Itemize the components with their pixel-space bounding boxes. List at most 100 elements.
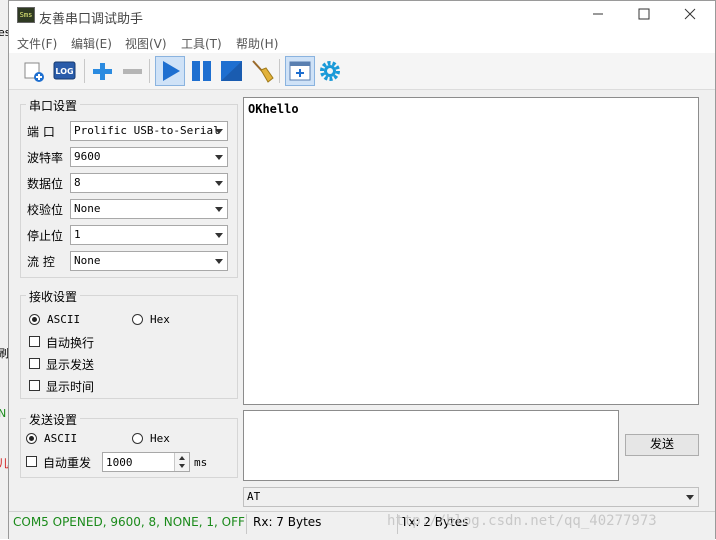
send-button[interactable]: 发送 <box>625 434 699 456</box>
close-icon <box>684 8 696 20</box>
parity-value: None <box>74 202 101 215</box>
new-window-button[interactable] <box>21 58 47 84</box>
flow-label: 流 控 <box>27 255 55 269</box>
baud-value: 9600 <box>74 150 101 163</box>
resend-interval-stepper[interactable]: 1000 <box>102 452 190 472</box>
menu-help[interactable]: 帮助(H) <box>236 35 278 52</box>
data-bits-value: 8 <box>74 176 81 189</box>
data-bits-label: 数据位 <box>27 177 64 191</box>
show-time-checkbox[interactable] <box>29 380 40 391</box>
receive-text: OKhello <box>248 102 299 116</box>
send-input-area[interactable] <box>243 410 619 481</box>
close-button[interactable] <box>667 1 713 31</box>
add-icon <box>93 63 112 80</box>
parity-label: 校验位 <box>27 203 64 217</box>
baud-select[interactable]: 9600 <box>70 147 228 167</box>
remove-icon <box>123 69 142 74</box>
show-send-checkbox[interactable] <box>29 358 40 369</box>
auto-resend-checkbox[interactable] <box>26 456 37 467</box>
broom-icon <box>252 60 274 83</box>
receive-settings-title: 接收设置 <box>26 288 81 305</box>
send-hex-label: Hex <box>150 432 170 445</box>
resend-interval-unit: ms <box>194 456 208 469</box>
receive-ascii-radio[interactable] <box>29 314 40 325</box>
pause-button[interactable] <box>189 58 215 84</box>
flow-select[interactable]: None <box>70 251 228 271</box>
stepper-arrows-icon <box>179 456 185 468</box>
stop-icon <box>221 61 242 81</box>
settings-button[interactable] <box>317 58 343 84</box>
log-icon-label: LOG <box>55 67 73 76</box>
flow-value: None <box>74 254 101 267</box>
chevron-down-icon <box>215 233 223 238</box>
chevron-down-icon <box>686 495 694 500</box>
stop-bits-label: 停止位 <box>27 229 64 243</box>
log-icon: LOG <box>53 61 76 80</box>
stepper-buttons[interactable] <box>174 453 189 471</box>
port-value: Prolific USB-to-Serial <box>74 124 220 137</box>
send-settings-title: 发送设置 <box>26 411 81 428</box>
baud-label: 波特率 <box>27 151 64 165</box>
send-history-value: AT <box>247 490 261 503</box>
remove-button[interactable] <box>119 58 145 84</box>
menu-view[interactable]: 视图(V) <box>125 35 167 52</box>
receive-text-area[interactable]: OKhello <box>243 97 699 405</box>
status-bar: COM5 OPENED, 9600, 8, NONE, 1, OFF Rx: 7… <box>9 511 715 540</box>
add-button[interactable] <box>89 58 115 84</box>
toolbar: LOG <box>9 53 715 90</box>
show-time-label: 显示时间 <box>46 380 95 394</box>
auto-newline-checkbox[interactable] <box>29 336 40 347</box>
toolbar-separator <box>149 59 150 83</box>
window-layout-icon <box>289 61 311 81</box>
status-divider <box>246 514 247 534</box>
send-ascii-label: ASCII <box>44 432 78 445</box>
receive-ascii-label: ASCII <box>47 313 81 326</box>
clear-button[interactable] <box>249 58 275 84</box>
data-bits-select[interactable]: 8 <box>70 173 228 193</box>
toolbar-separator <box>279 59 280 83</box>
chevron-down-icon <box>215 259 223 264</box>
menu-tools[interactable]: 工具(T) <box>181 35 222 52</box>
port-label: 端 口 <box>27 125 55 139</box>
settings-gear-icon <box>320 61 340 81</box>
pause-icon <box>192 61 211 81</box>
menu-edit[interactable]: 编辑(E) <box>71 35 112 52</box>
window-layout-button[interactable] <box>285 56 315 86</box>
log-button[interactable]: LOG <box>52 58 78 84</box>
stop-bits-select[interactable]: 1 <box>70 225 228 245</box>
menu-file[interactable]: 文件(F) <box>17 35 57 52</box>
stop-button[interactable] <box>219 58 245 84</box>
background-fragment-3: N <box>0 407 7 420</box>
send-history-select[interactable]: AT <box>243 487 699 507</box>
chevron-down-icon <box>215 155 223 160</box>
play-button[interactable] <box>155 56 185 86</box>
minimize-button[interactable] <box>575 1 621 31</box>
auto-newline-label: 自动换行 <box>46 336 95 350</box>
port-select[interactable]: Prolific USB-to-Serial <box>70 121 228 141</box>
window-title: 友善串口调试助手 <box>39 12 144 27</box>
receive-hex-label: Hex <box>150 313 170 326</box>
status-rx-count: Rx: 7 Bytes <box>253 515 322 529</box>
play-icon <box>163 61 180 81</box>
parity-select[interactable]: None <box>70 199 228 219</box>
receive-settings-group: 接收设置 ASCII Hex 自动换行 显示发送 显示时间 <box>20 288 238 399</box>
send-ascii-radio[interactable] <box>26 433 37 444</box>
toolbar-separator <box>84 59 85 83</box>
app-window: Sms 友善串口调试助手 文件(F) 编辑(E) 视图(V) 工具(T) 帮助(… <box>8 0 716 540</box>
chevron-down-icon <box>215 129 223 134</box>
resend-interval-value: 1000 <box>106 456 133 469</box>
new-window-icon <box>24 62 44 82</box>
receive-hex-radio[interactable] <box>132 314 143 325</box>
minimize-icon <box>593 13 603 15</box>
chevron-down-icon <box>215 207 223 212</box>
watermark-text: http://blog.csdn.net/qq_40277973 <box>387 513 657 529</box>
show-send-label: 显示发送 <box>46 358 95 372</box>
send-hex-radio[interactable] <box>132 433 143 444</box>
serial-settings-group: 串口设置 端 口 Prolific USB-to-Serial 波特率 9600… <box>20 97 238 278</box>
status-port-state: COM5 OPENED, 9600, 8, NONE, 1, OFF <box>13 515 245 529</box>
maximize-button[interactable] <box>621 1 667 31</box>
stop-bits-value: 1 <box>74 228 81 241</box>
title-bar[interactable]: Sms 友善串口调试助手 <box>9 1 715 31</box>
menu-bar: 文件(F) 编辑(E) 视图(V) 工具(T) 帮助(H) <box>9 31 715 53</box>
chevron-down-icon <box>215 181 223 186</box>
